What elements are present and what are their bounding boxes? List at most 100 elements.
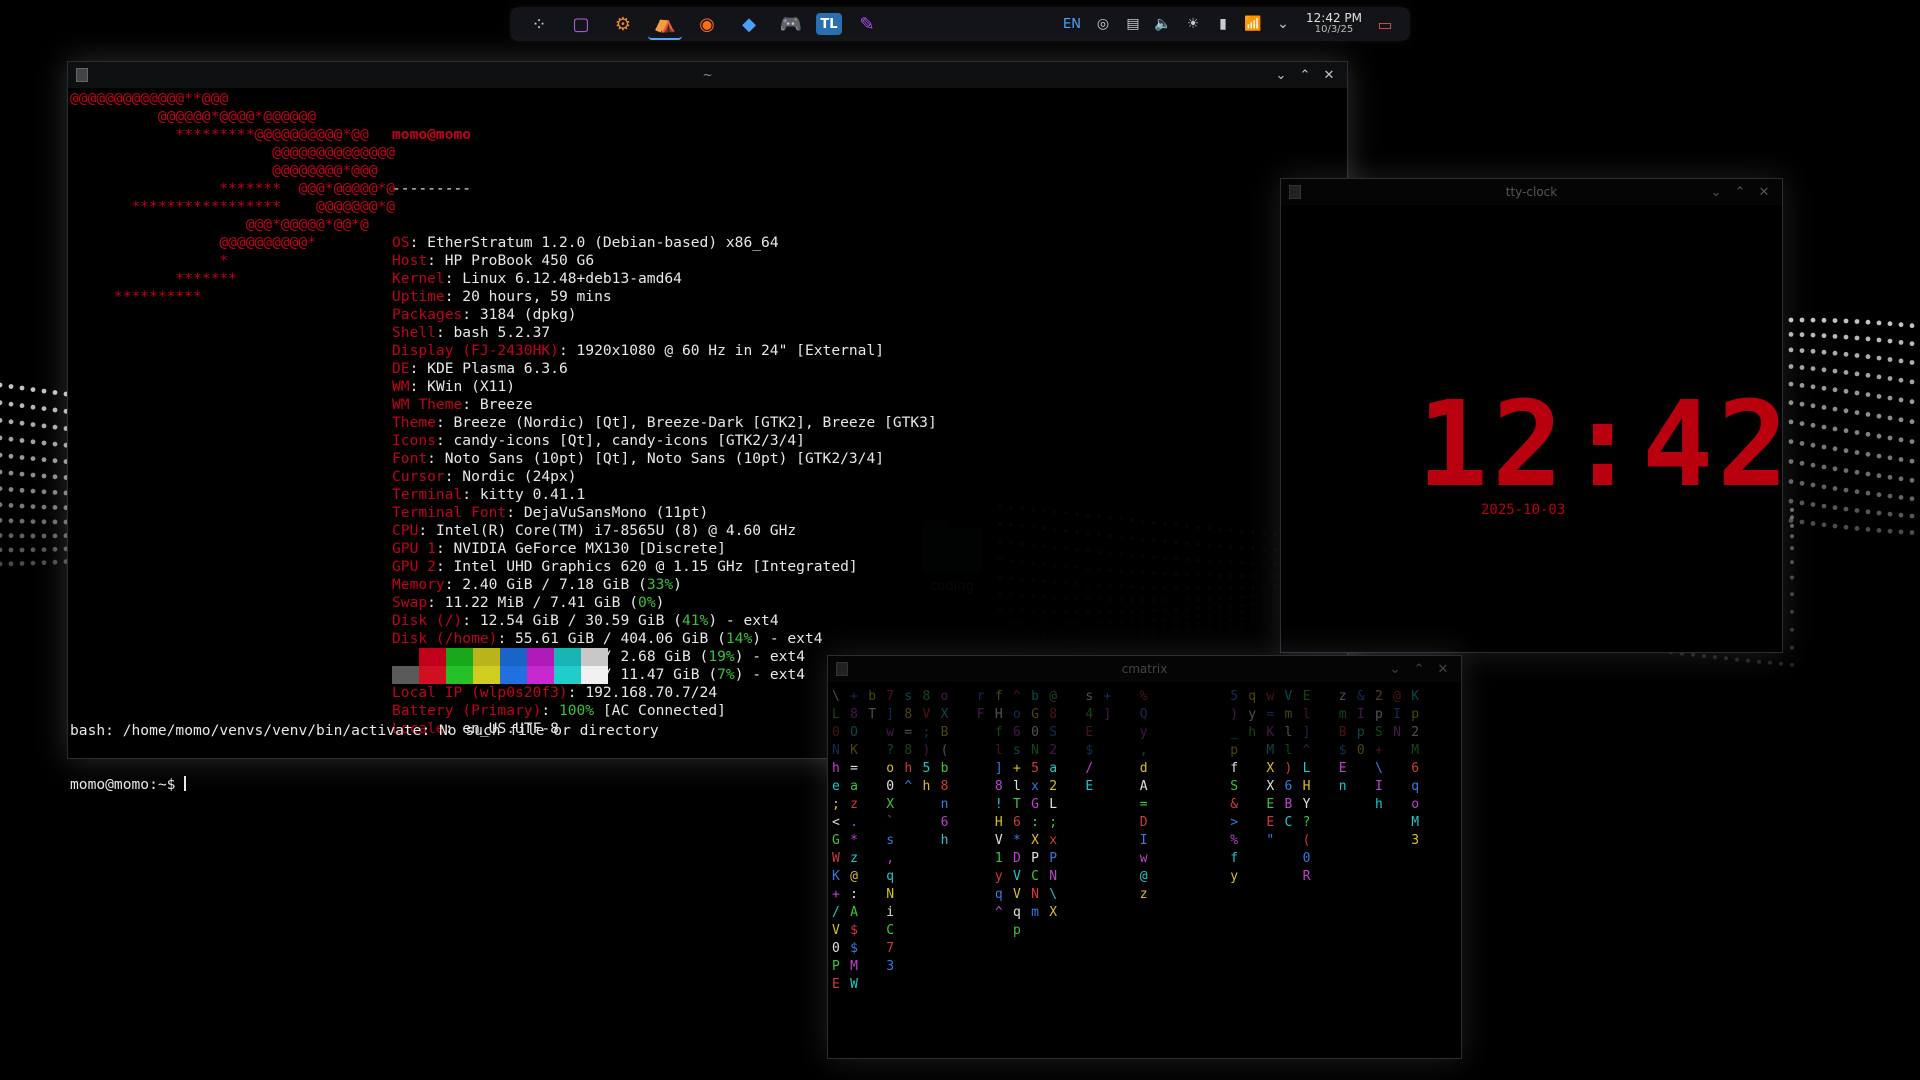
matrix-glyph: 5 [923,761,931,776]
matrix-glyph: p [1013,923,1021,938]
matrix-glyph: w [1140,851,1148,866]
cmatrix-window[interactable]: cmatrix ⌄ ⌃ ✕ \ L 0 Nh e; < G W K + / V 0 P E +8 O K = a z. *… [827,655,1462,1059]
minimize-button[interactable]: ⌄ [1269,68,1293,83]
close-button[interactable]: ✕ [1752,185,1776,200]
wallpaper-dot [1865,490,1871,496]
close-button[interactable]: ✕ [1317,68,1341,83]
matrix-glyph: F [977,707,985,722]
matrix-glyph: G [832,833,840,848]
show-desktop-icon[interactable]: ▭ [1370,15,1400,34]
wallpaper-dot [1799,365,1805,370]
color-swatch [446,666,473,684]
color-swatch [473,666,500,684]
info-colon: : [497,630,516,647]
wallpaper-dot [1887,357,1893,362]
info-row: Disk (/): 12.54 GiB / 30.59 GiB (41%) - … [392,612,937,630]
info-key: Display (FJ-2430HK) [392,342,559,359]
matrix-glyph: ] [995,761,1003,776]
info-row: CPU: Intel(R) Core(TM) i7-8565U (8) @ 4.… [392,522,937,540]
wallpaper-dot [1790,575,1794,580]
notes-icon[interactable]: ✎ [850,9,884,39]
wallpaper-dot [0,452,3,458]
wallpaper-dot [1898,457,1904,462]
wallpaper-dot [1832,350,1838,356]
info-value: 1920x1080 @ 60 Hz in 24" [External] [576,342,885,359]
tl-app-icon[interactable]: TL [816,13,842,35]
matrix-glyph: p [1357,725,1365,740]
clipboard-icon[interactable]: ▤ [1118,16,1148,32]
wallpaper-dot [1887,376,1893,381]
info-value-suffix: ) [655,594,665,611]
wallpaper-dot [1843,506,1849,512]
matrix-glyph: 2 [1375,689,1383,704]
files-icon[interactable]: ▢ [564,9,598,39]
info-value: 2.40 GiB / 7.18 GiB ( [462,576,647,593]
wifi-icon[interactable]: 📶 [1238,16,1268,32]
wallpaper-dot [1790,592,1794,597]
maximize-button[interactable]: ⌃ [1728,185,1752,200]
browser-icon[interactable]: ◉ [690,9,724,39]
matrix-glyph: ( [941,743,949,758]
gamepad-icon[interactable]: 🎮 [774,9,808,39]
info-value: Breeze [479,396,533,413]
matrix-glyph: l [1303,707,1311,722]
terminal-output[interactable]: bash: /home/momo/venvs/venv/bin/activate… [70,686,659,830]
tty-clock-window[interactable]: tty-clock ⌄ ⌃ ✕ 12:42 2025-10-03 [1280,178,1788,653]
wallpaper-dot [1810,403,1816,409]
matrix-glyph: I [1393,707,1401,722]
matrix-glyph: o [1411,797,1419,812]
matrix-glyph: ^ [1303,743,1311,758]
matrix-glyph: 0 [1031,725,1039,740]
matrix-glyph: : [1031,815,1039,830]
wallpaper-dot [1898,358,1904,364]
panel-clock[interactable]: 12:42 PM 10/3/25 [1306,12,1362,36]
info-colon: : [409,378,428,395]
battery-icon[interactable]: ▮ [1208,16,1238,32]
overview-icon[interactable]: ⁘ [522,9,556,39]
software-store-icon[interactable]: ⛺ [648,8,682,40]
brightness-icon[interactable]: ☀ [1178,16,1208,32]
color-swatch [554,666,581,684]
info-value-suffix: ) - ext4 [734,666,805,683]
wallpaper-dot [41,423,47,429]
wallpaper-dot [1887,474,1893,480]
wallpaper-dot [1788,364,1794,369]
info-colon: : [435,432,454,449]
close-button[interactable]: ✕ [1431,662,1455,677]
info-row: Terminal: kitty 0.41.1 [392,486,937,504]
info-key: GPU 2 [392,558,436,575]
wallpaper-dot [1821,522,1827,528]
maximize-button[interactable]: ⌃ [1407,662,1431,677]
info-key: Icons [392,432,436,449]
code-editor-icon[interactable]: ◆ [732,9,766,39]
matrix-titlebar[interactable]: cmatrix ⌄ ⌃ ✕ [828,656,1461,682]
wallpaper-dot [1887,528,1893,534]
matrix-glyph: q [995,887,1003,902]
matrix-glyph: 8 [941,779,949,794]
vpn-icon[interactable]: ◎ [1088,16,1118,32]
settings-icon[interactable]: ⚙ [606,9,640,39]
clock-titlebar[interactable]: tty-clock ⌄ ⌃ ✕ [1281,179,1782,205]
volume-icon[interactable]: 🔈 [1148,16,1178,32]
minimize-button[interactable]: ⌄ [1383,662,1407,677]
matrix-glyph: a [850,779,858,794]
matrix-glyph: N [1393,725,1401,740]
wallpaper-dot [1843,448,1849,454]
wallpaper-dot [1865,431,1871,437]
expand-tray-icon[interactable]: ⌄ [1268,16,1298,32]
terminal-titlebar[interactable]: ~ ⌄ ⌃ ✕ [68,62,1347,88]
matrix-glyph: B [941,725,949,740]
wallpaper-dot [1865,319,1871,325]
tty-clock-time: 12:42 [1417,375,1793,513]
wallpaper-dot [1810,521,1816,526]
info-row: Host: HP ProBook 450 G6 [392,252,937,270]
maximize-button[interactable]: ⌃ [1293,68,1317,83]
wallpaper-dot [52,533,58,539]
keyboard-layout-indicator[interactable]: EN [1056,17,1088,32]
minimize-button[interactable]: ⌄ [1704,185,1728,200]
info-key: Swap [392,594,428,611]
wallpaper-dot [1876,433,1882,439]
wallpaper-dot [8,518,14,524]
matrix-glyph: y [1248,707,1256,722]
wallpaper-dot [1898,322,1904,328]
